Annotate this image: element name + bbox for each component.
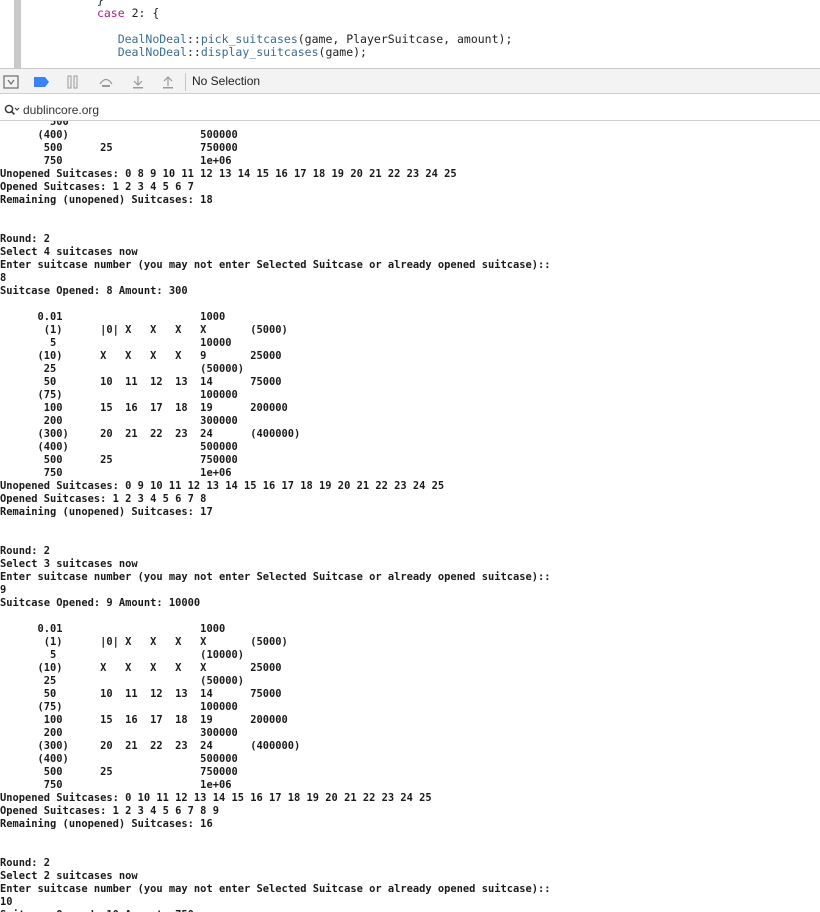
code-editor[interactable]: } case 2: { DealNoDeal::pick_suitcases(g…	[0, 0, 820, 68]
breakpoint-toggle-icon[interactable]	[33, 74, 51, 90]
args-token: (game, PlayerSuitcase, amount);	[297, 32, 513, 46]
console-search-field[interactable]: dublincore.org	[4, 102, 99, 118]
code-line-case: case 2: {	[0, 6, 159, 20]
console-filter-bar: dublincore.org	[0, 99, 820, 121]
namespace-token: DealNoDeal	[117, 32, 187, 46]
console-output-text: 500 (400) 500000 500 25 750000 750 1e+06…	[0, 121, 551, 912]
step-out-icon[interactable]	[161, 74, 175, 90]
case-label: 2: {	[124, 6, 160, 20]
case-keyword: case	[96, 6, 125, 20]
debug-toolbar: No Selection	[0, 68, 820, 94]
code-text[interactable]: } case 2: { DealNoDeal::pick_suitcases(g…	[0, 0, 512, 59]
step-over-icon[interactable]	[98, 74, 114, 90]
toolbar-divider	[185, 73, 186, 91]
code-line-display-suitcases: DealNoDeal::display_suitcases(game);	[117, 45, 367, 59]
function-token: display_suitcases	[200, 45, 319, 59]
args-token: (game);	[318, 45, 367, 59]
hide-debug-area-icon[interactable]	[3, 74, 19, 90]
function-token: pick_suitcases	[200, 32, 298, 46]
namespace-token: DealNoDeal	[117, 45, 187, 59]
console-output-area[interactable]: 500 (400) 500000 500 25 750000 750 1e+06…	[0, 121, 820, 912]
search-icon[interactable]	[4, 101, 20, 120]
console-search-value[interactable]: dublincore.org	[23, 103, 99, 117]
debug-status-label: No Selection	[192, 74, 261, 88]
pause-icon[interactable]	[66, 74, 80, 90]
step-into-icon[interactable]	[131, 74, 145, 90]
code-line-pick-suitcases: DealNoDeal::pick_suitcases(game, PlayerS…	[117, 32, 513, 46]
